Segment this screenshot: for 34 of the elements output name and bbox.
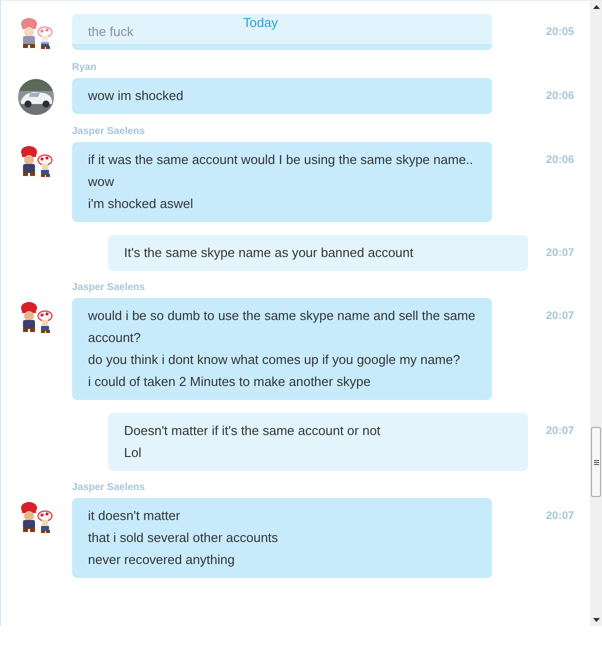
message-time: 20:07: [546, 509, 574, 523]
scroll-up-icon[interactable]: [592, 5, 600, 9]
message-time: 20:07: [546, 246, 574, 260]
message-text: that i sold several other accounts: [88, 529, 278, 547]
message-time: 20:06: [546, 153, 574, 167]
sender-name: Ryan: [72, 61, 98, 75]
figure-avatar-icon: [18, 143, 54, 179]
sender-name: Jasper Saelens: [72, 481, 146, 495]
message-text: if it was the same account would I be using the same skype name..: [88, 151, 474, 169]
figure-avatar-icon: [18, 499, 54, 535]
message-time: 20:06: [546, 89, 574, 103]
message-text: i could of taken 2 Minutes to make another skype: [88, 373, 371, 391]
message-time: 20:07: [546, 309, 574, 323]
message-time: 20:07: [546, 424, 574, 438]
scrollbar[interactable]: [590, 1, 602, 626]
message-text: Lol: [124, 444, 142, 462]
message-text: the fuck: [88, 23, 134, 41]
figure-avatar-icon: [18, 15, 54, 51]
message-text: it doesn't matter: [88, 507, 180, 525]
message-text: It's the same skype name as your banned account: [124, 244, 414, 262]
sender-name: Jasper Saelens: [72, 281, 146, 295]
message-text: wow im shocked: [88, 87, 184, 105]
sender-name: Jasper Saelens: [72, 125, 146, 139]
message-text: would i be so dumb to use the same skype name and sell the same account?: [88, 307, 476, 347]
message-text: i'm shocked aswel: [88, 195, 194, 213]
date-divider: Today: [243, 15, 278, 30]
message-text: Doesn't matter if it's the same account or not: [124, 422, 380, 440]
scrollbar-thumb[interactable]: [591, 427, 601, 497]
message-text: never recovered anything: [88, 551, 235, 569]
figure-avatar-icon: [18, 299, 54, 335]
scroll-down-icon[interactable]: [592, 618, 600, 622]
message-time: 20:05: [546, 25, 574, 39]
message-text: wow: [88, 173, 114, 191]
message-text: do you think i dont know what comes up if you google my name?: [88, 351, 460, 369]
